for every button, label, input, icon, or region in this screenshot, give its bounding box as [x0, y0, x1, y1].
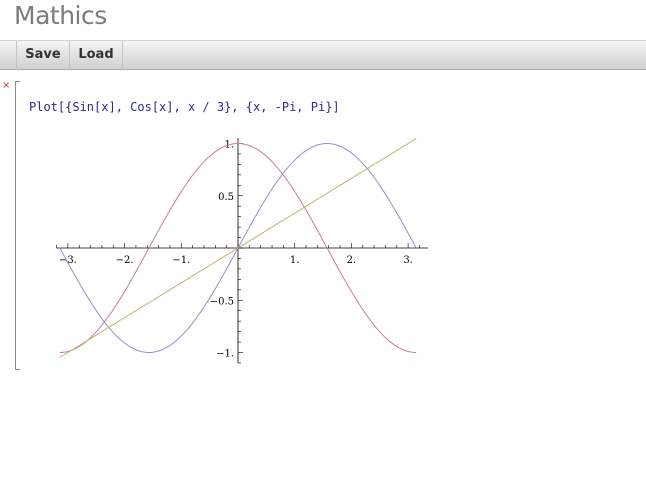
x-tick-label: −3.: [59, 255, 77, 266]
y-tick-label: −1.: [216, 349, 234, 360]
x-tick-label: −1.: [172, 255, 190, 266]
x-tick-label: −2.: [116, 255, 134, 266]
plot: −3. −2. −1. 1. 2. 3.−1.−0.50.51.: [56, 138, 428, 364]
x-tick-label: 2.: [347, 255, 357, 266]
x-tick-label: 1.: [290, 255, 300, 266]
x-tick-label: 3.: [403, 255, 413, 266]
y-tick-label: 0.5: [218, 192, 234, 203]
y-tick-label: −0.5: [210, 296, 234, 307]
